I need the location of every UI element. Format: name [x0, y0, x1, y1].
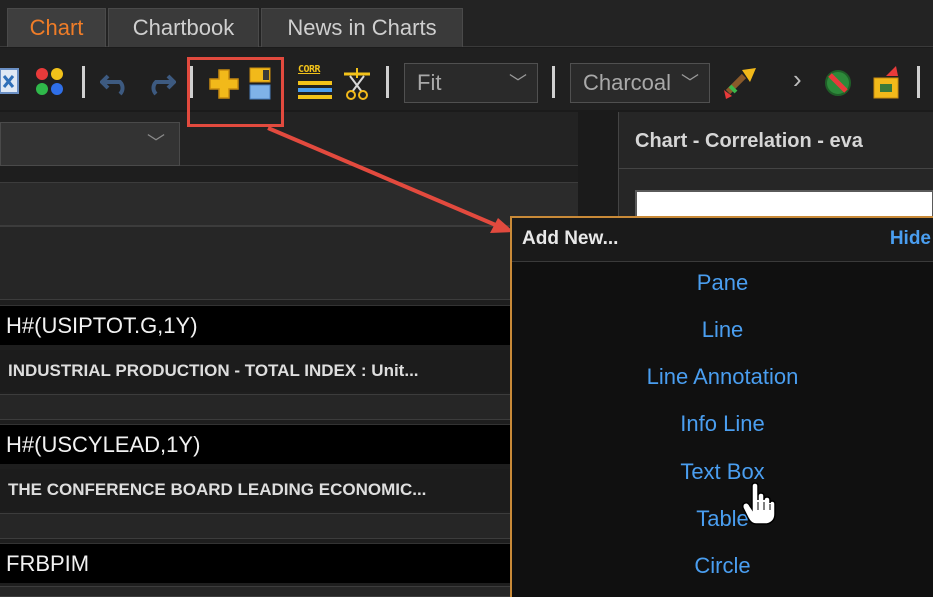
menu-item-circle[interactable]: Circle [512, 553, 933, 579]
hide-link[interactable]: Hide [890, 228, 931, 250]
menu-item-line-annotation[interactable]: Line Annotation [512, 364, 933, 390]
popup-header: Add New... Hide [512, 218, 933, 262]
hand-cursor-icon [742, 482, 776, 525]
add-new-popup: Add New... Hide Pane Line Line Annotatio… [510, 216, 933, 597]
popup-title: Add New... [522, 228, 619, 249]
menu-item-table[interactable]: Table [512, 506, 933, 532]
menu-item-info-line[interactable]: Info Line [512, 411, 933, 437]
menu-item-line[interactable]: Line [512, 317, 933, 343]
menu-item-text-box[interactable]: Text Box [512, 459, 933, 485]
menu-item-pane[interactable]: Pane [512, 270, 933, 296]
